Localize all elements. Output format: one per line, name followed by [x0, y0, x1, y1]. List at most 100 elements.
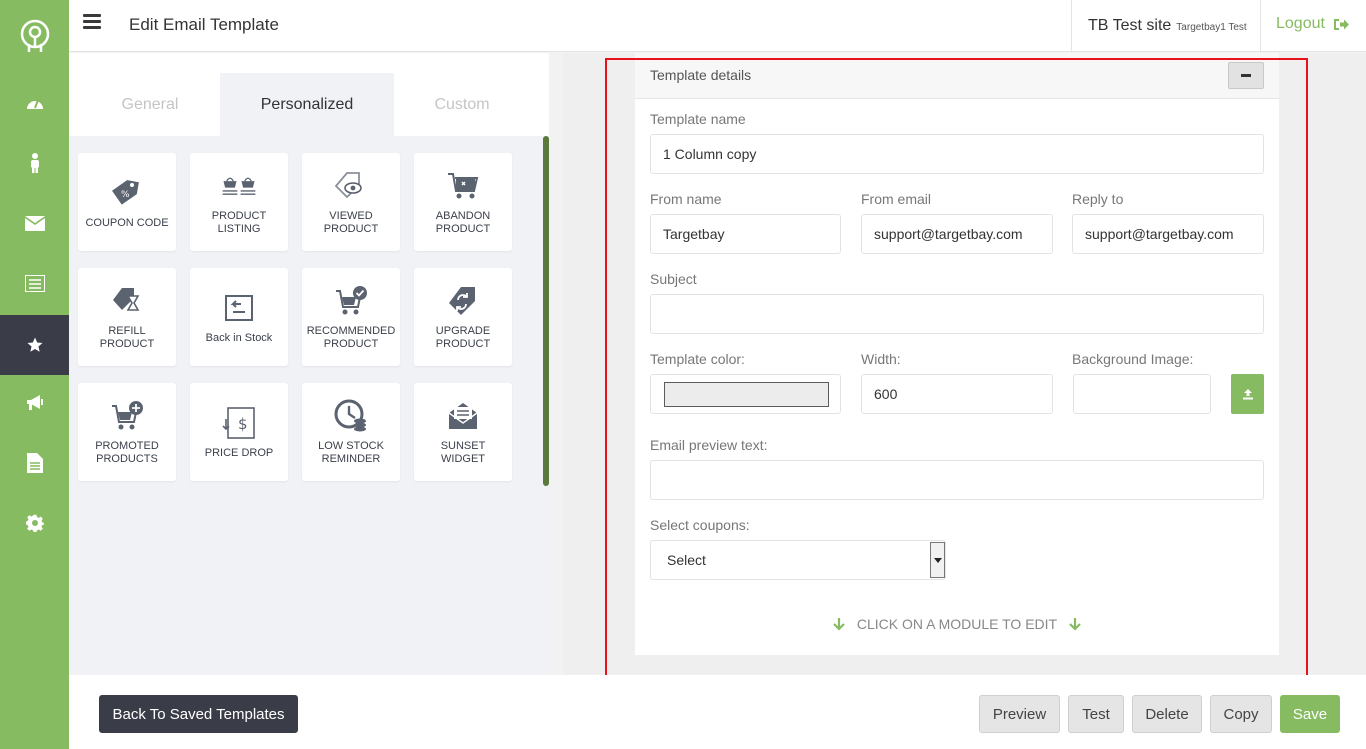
page-title: Edit Email Template — [129, 15, 279, 34]
reply-to-label: Reply to — [1072, 191, 1124, 207]
from-email-input[interactable]: support@targetbay.com — [861, 214, 1053, 254]
site-subtitle: Targetbay1 Test — [1176, 22, 1247, 33]
widget-sunset[interactable]: SUNSET WIDGET — [414, 383, 512, 481]
star-icon[interactable] — [0, 315, 69, 375]
widget-refill-product[interactable]: REFILL PRODUCT — [78, 268, 176, 366]
edit-hint: CLICK ON A MODULE TO EDIT — [635, 616, 1279, 632]
template-name-label: Template name — [650, 111, 746, 127]
tab-personalized[interactable]: Personalized — [220, 73, 394, 136]
widget-label: VIEWED PRODUCT — [323, 210, 379, 235]
template-name-input[interactable]: 1 Column copy — [650, 134, 1264, 174]
widget-upgrade-product[interactable]: UPGRADE PRODUCT — [414, 268, 512, 366]
list-icon[interactable] — [0, 253, 69, 313]
widget-coupon-code[interactable]: % COUPON CODE — [78, 153, 176, 251]
widget-price-drop[interactable]: $ PRICE DROP — [190, 383, 288, 481]
megaphone-icon[interactable] — [0, 373, 69, 433]
collapse-button[interactable] — [1228, 62, 1264, 89]
widget-viewed-product[interactable]: VIEWED PRODUCT — [302, 153, 400, 251]
test-button[interactable]: Test — [1068, 695, 1124, 733]
from-name-label: From name — [650, 191, 722, 207]
widget-label: PROMOTED PRODUCTS — [95, 440, 159, 465]
person-icon[interactable] — [0, 133, 69, 193]
preview-text-input[interactable] — [650, 460, 1264, 500]
tab-custom[interactable]: Custom — [394, 73, 530, 136]
logout-link[interactable]: Logout — [1276, 15, 1349, 33]
card-title: Template details — [650, 67, 752, 83]
preview-text-label: Email preview text: — [650, 437, 768, 453]
bg-image-label: Background Image: — [1072, 351, 1194, 367]
widget-label: PRICE DROP — [204, 446, 274, 459]
from-name-input[interactable]: Targetbay — [650, 214, 841, 254]
site-name: TB Test site — [1088, 17, 1172, 34]
coupons-select[interactable]: Select — [650, 540, 946, 580]
logout-icon — [1333, 18, 1349, 30]
back-in-stock-icon — [221, 290, 257, 326]
coupons-label: Select coupons: — [650, 517, 750, 533]
coupons-selected: Select — [667, 552, 706, 568]
widget-recommended-product[interactable]: RECOMMENDED PRODUCT — [302, 268, 400, 366]
recommended-cart-icon — [333, 283, 369, 319]
upgrade-tag-icon — [445, 283, 481, 319]
subject-label: Subject — [650, 271, 697, 287]
subject-input[interactable] — [650, 294, 1264, 334]
logout-label: Logout — [1276, 15, 1325, 32]
brand-logo-icon[interactable] — [0, 0, 69, 73]
widget-label: Back in Stock — [205, 331, 273, 344]
reply-to-input[interactable]: support@targetbay.com — [1072, 214, 1264, 254]
widget-label: PRODUCT LISTING — [211, 210, 267, 235]
template-details-card: Template details Template name 1 Column … — [635, 53, 1279, 655]
top-bar: Edit Email Template TB Test site Targetb… — [69, 0, 1366, 52]
back-to-saved-templates-button[interactable]: Back To Saved Templates — [99, 695, 298, 733]
price-drop-icon: $ — [221, 405, 257, 441]
gear-icon[interactable] — [0, 493, 69, 553]
widget-label: ABANDON PRODUCT — [435, 210, 491, 235]
sidebar-rail — [0, 0, 69, 749]
hamburger-menu-icon[interactable] — [83, 14, 101, 30]
copy-button[interactable]: Copy — [1210, 695, 1272, 733]
promoted-cart-icon — [109, 398, 145, 434]
coupon-tag-icon: % — [109, 175, 145, 211]
arrow-down-icon — [1069, 617, 1081, 631]
low-stock-clock-icon — [333, 398, 369, 434]
from-email-label: From email — [861, 191, 932, 207]
chevron-down-icon[interactable] — [930, 542, 945, 578]
minus-icon — [1241, 74, 1251, 77]
upload-button[interactable] — [1231, 374, 1264, 414]
edit-hint-text: CLICK ON A MODULE TO EDIT — [856, 616, 1058, 632]
panel-scrollbar[interactable] — [543, 136, 549, 486]
preview-button[interactable]: Preview — [979, 695, 1060, 733]
widget-product-listing[interactable]: PRODUCT LISTING — [190, 153, 288, 251]
arrow-down-icon — [833, 617, 845, 631]
tab-general[interactable]: General — [83, 73, 217, 136]
delete-button[interactable]: Delete — [1132, 695, 1202, 733]
upload-icon — [1242, 389, 1253, 400]
template-color-label: Template color: — [650, 351, 745, 367]
widget-panel: General Personalized Custom % COUPON COD… — [69, 53, 549, 674]
product-baskets-icon — [221, 168, 257, 204]
widget-promoted-products[interactable]: PROMOTED PRODUCTS — [78, 383, 176, 481]
widget-abandon-product[interactable]: ABANDON PRODUCT — [414, 153, 512, 251]
widget-back-in-stock[interactable]: Back in Stock — [190, 268, 288, 366]
refill-hourglass-icon — [109, 283, 145, 319]
color-swatch[interactable] — [664, 382, 829, 407]
widget-label: COUPON CODE — [85, 216, 169, 229]
svg-text:$: $ — [238, 415, 248, 433]
card-header: Template details — [635, 53, 1279, 99]
abandon-cart-icon — [445, 168, 481, 204]
widget-label: LOW STOCK REMINDER — [318, 440, 384, 465]
widget-label: RECOMMENDED PRODUCT — [306, 325, 396, 350]
site-selector[interactable]: TB Test site Targetbay1 Test — [1071, 0, 1261, 52]
svg-text:%: % — [121, 190, 130, 200]
save-button[interactable]: Save — [1280, 695, 1340, 733]
widget-label: UPGRADE PRODUCT — [435, 325, 491, 350]
bottom-action-bar: Back To Saved Templates Preview Test Del… — [69, 675, 1366, 749]
document-icon[interactable] — [0, 433, 69, 493]
widget-label: REFILL PRODUCT — [99, 325, 155, 350]
mail-icon[interactable] — [0, 193, 69, 253]
bg-image-input[interactable] — [1073, 374, 1211, 414]
template-color-input[interactable] — [650, 374, 841, 414]
width-input[interactable]: 600 — [861, 374, 1053, 414]
widget-low-stock-reminder[interactable]: LOW STOCK REMINDER — [302, 383, 400, 481]
dashboard-icon[interactable] — [0, 73, 69, 133]
sunset-envelope-icon — [445, 398, 481, 434]
